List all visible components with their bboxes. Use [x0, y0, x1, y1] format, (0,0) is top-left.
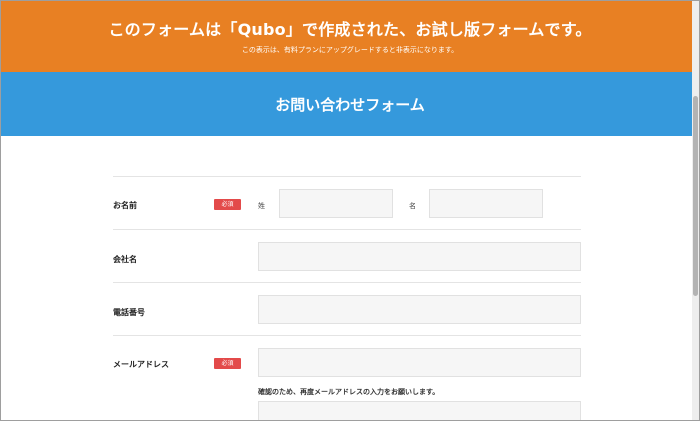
trial-banner-subtitle: この表示は、有料プランにアップグレードすると非表示になります。: [241, 46, 459, 54]
email-row: メールアドレス 必須 確認のため、再度メールアドレスの入力をお願いします。: [113, 335, 581, 420]
trial-banner: このフォームは「Qubo」で作成された、お試し版フォームです。 この表示は、有料…: [1, 1, 699, 72]
email-confirm-input[interactable]: [258, 401, 581, 420]
required-badge: 必須: [214, 358, 241, 369]
vertical-scrollbar[interactable]: [692, 1, 699, 420]
email-input[interactable]: [258, 348, 581, 377]
first-name-label: 名: [409, 202, 416, 210]
browser-frame: このフォームは「Qubo」で作成された、お試し版フォームです。 この表示は、有料…: [0, 0, 700, 421]
email-label: メールアドレス: [113, 360, 169, 369]
first-name-input[interactable]: [429, 189, 543, 218]
scrollbar-thumb[interactable]: [693, 96, 698, 296]
form-title: お問い合わせフォーム: [275, 96, 425, 114]
email-confirm-note: 確認のため、再度メールアドレスの入力をお願いします。: [258, 388, 440, 396]
company-row: 会社名: [113, 229, 581, 283]
form-header: お問い合わせフォーム: [1, 72, 699, 136]
company-input[interactable]: [258, 242, 581, 271]
name-label: お名前: [113, 201, 137, 210]
last-name-label: 姓: [258, 202, 265, 210]
phone-row: 電話番号: [113, 282, 581, 336]
trial-banner-title: このフォームは「Qubo」で作成された、お試し版フォームです。: [108, 20, 592, 39]
company-label: 会社名: [113, 255, 137, 264]
required-badge: 必須: [214, 199, 241, 210]
name-row: お名前 必須 姓 名: [113, 176, 581, 230]
last-name-input[interactable]: [279, 189, 393, 218]
phone-label: 電話番号: [113, 308, 145, 317]
phone-input[interactable]: [258, 295, 581, 324]
